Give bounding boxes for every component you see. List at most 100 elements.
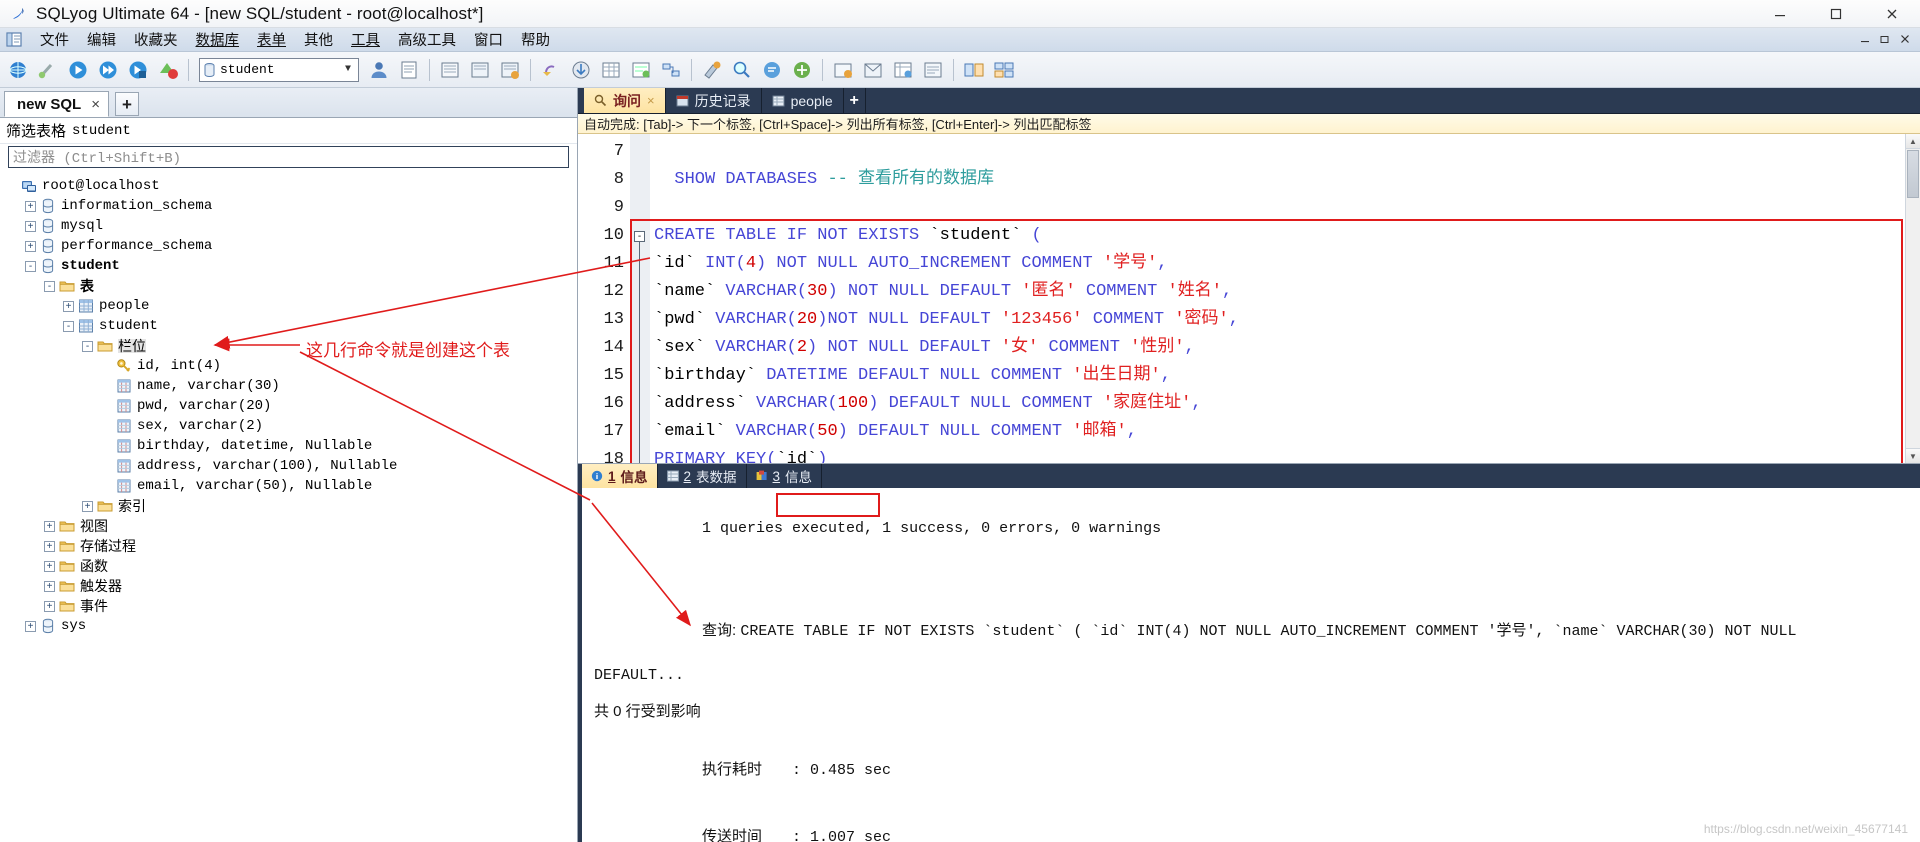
expand-icon[interactable]: +	[25, 620, 36, 632]
schema-designer-icon[interactable]	[657, 56, 685, 84]
tools-icon[interactable]	[919, 56, 947, 84]
object-browser-icon[interactable]	[788, 56, 816, 84]
expand-icon[interactable]: +	[25, 240, 36, 252]
tree-node[interactable]: name, varchar(30)	[0, 376, 577, 396]
results-tab-info-3[interactable]: 3 信息	[747, 464, 823, 488]
sql-formatter-icon[interactable]	[758, 56, 786, 84]
menu-item-advanced-tools[interactable]: 高级工具	[389, 27, 465, 52]
results-tab-info-1[interactable]: 1 信息	[582, 464, 658, 488]
expand-icon[interactable]: +	[44, 600, 55, 612]
export-data-icon[interactable]	[567, 56, 595, 84]
code-line[interactable]	[650, 194, 1920, 222]
add-tab-button[interactable]: +	[114, 92, 139, 116]
editor-vertical-scrollbar[interactable]: ▲ ▼	[1905, 134, 1920, 463]
tab-history[interactable]: 历史记录	[666, 88, 762, 113]
collapse-icon[interactable]: -	[82, 340, 93, 352]
tab-query[interactable]: 询问 ×	[584, 88, 666, 113]
chevron-down-icon[interactable]: ▼	[345, 64, 356, 75]
tree-node[interactable]: + sys	[0, 616, 577, 636]
tree-node[interactable]: sex, varchar(2)	[0, 416, 577, 436]
tree-node[interactable]: + people	[0, 296, 577, 316]
import-data-icon[interactable]	[537, 56, 565, 84]
expand-icon[interactable]: +	[25, 200, 36, 212]
sql-code-area[interactable]: SHOW DATABASES -- 查看所有的数据库 CREATE TABLE I…	[650, 134, 1920, 463]
menu-item-favorites[interactable]: 收藏夹	[125, 27, 187, 52]
close-icon[interactable]: ×	[91, 96, 100, 113]
mdi-minimize-button[interactable]	[1858, 33, 1872, 47]
collapse-icon[interactable]: -	[44, 280, 55, 292]
expand-icon[interactable]: +	[82, 500, 93, 512]
code-line[interactable]: `id` INT(4) NOT NULL AUTO_INCREMENT COMM…	[650, 250, 1920, 278]
code-line[interactable]: SHOW DATABASES -- 查看所有的数据库	[650, 166, 1920, 194]
scroll-down-arrow[interactable]: ▼	[1906, 448, 1920, 463]
fold-toggle-icon[interactable]: -	[634, 230, 645, 242]
tree-node[interactable]: address, varchar(100), Nullable	[0, 456, 577, 476]
execute-all-queries-icon[interactable]	[94, 56, 122, 84]
tree-node[interactable]: + performance_schema	[0, 236, 577, 256]
table-diagnostics-icon[interactable]	[395, 56, 423, 84]
expand-icon[interactable]: +	[44, 520, 55, 532]
tree-node[interactable]: + 索引	[0, 496, 577, 516]
execute-query-new-tab-icon[interactable]	[124, 56, 152, 84]
tree-node[interactable]: -表	[0, 276, 577, 296]
visual-data-compare-icon[interactable]	[960, 56, 988, 84]
tree-node[interactable]: root@localhost	[0, 176, 577, 196]
code-line[interactable]: `email` VARCHAR(50) DEFAULT NULL COMMENT…	[650, 418, 1920, 446]
table-data-icon[interactable]	[889, 56, 917, 84]
database-selector[interactable]: student ▼	[199, 57, 359, 82]
restore-database-icon[interactable]	[496, 56, 524, 84]
menu-item-file[interactable]: 文件	[31, 27, 78, 52]
backup-database-icon[interactable]	[466, 56, 494, 84]
expand-icon[interactable]: +	[63, 300, 74, 312]
user-manager-icon[interactable]	[365, 56, 393, 84]
tree-node[interactable]: + 存储过程	[0, 536, 577, 556]
mdi-close-button[interactable]	[1898, 33, 1912, 47]
menu-item-other[interactable]: 其他	[295, 27, 342, 52]
collapse-icon[interactable]: -	[25, 260, 36, 272]
collapse-icon[interactable]: -	[63, 320, 74, 332]
menu-item-edit[interactable]: 编辑	[78, 27, 125, 52]
code-line[interactable]: `sex` VARCHAR(2) NOT NULL DEFAULT '女' CO…	[650, 334, 1920, 362]
tree-node[interactable]: birthday, datetime, Nullable	[0, 436, 577, 456]
object-tree[interactable]: root@localhost + information_schema + mysql +…	[0, 172, 577, 842]
menu-item-help[interactable]: 帮助	[512, 27, 559, 52]
menu-item-form[interactable]: 表单	[248, 27, 295, 52]
scheduled-backup-icon[interactable]	[829, 56, 857, 84]
code-line[interactable]: CREATE TABLE IF NOT EXISTS `student` (	[650, 222, 1920, 250]
tab-new-sql[interactable]: new SQL ×	[4, 91, 109, 117]
tree-node[interactable]: - student	[0, 256, 577, 276]
code-line[interactable]: PRIMARY KEY(`id`)	[650, 446, 1920, 463]
new-connection-icon[interactable]	[4, 56, 32, 84]
menu-item-tools[interactable]: 工具	[342, 27, 389, 52]
expand-icon[interactable]: +	[25, 220, 36, 232]
sql-scheduler-icon[interactable]	[990, 56, 1018, 84]
close-button[interactable]	[1864, 0, 1920, 28]
tree-node[interactable]: pwd, varchar(20)	[0, 396, 577, 416]
fold-column[interactable]: -	[630, 134, 650, 463]
refresh-objects-icon[interactable]	[34, 56, 62, 84]
tree-node[interactable]: + 视图	[0, 516, 577, 536]
sql-editor[interactable]: 789101112131415161718192021 - SHOW DATAB…	[578, 134, 1920, 464]
scroll-up-arrow[interactable]: ▲	[1906, 134, 1920, 149]
code-line[interactable]: `pwd` VARCHAR(20)NOT NULL DEFAULT '12345…	[650, 306, 1920, 334]
expand-icon[interactable]: +	[44, 580, 55, 592]
execute-query-icon[interactable]	[64, 56, 92, 84]
code-line[interactable]	[650, 138, 1920, 166]
copy-database-icon[interactable]	[436, 56, 464, 84]
expand-icon[interactable]: +	[44, 560, 55, 572]
menu-item-window[interactable]: 窗口	[465, 27, 512, 52]
notification-icon[interactable]	[859, 56, 887, 84]
stop-query-icon[interactable]	[154, 56, 182, 84]
menu-item-database[interactable]: 数据库	[187, 27, 249, 52]
maximize-button[interactable]	[1808, 0, 1864, 28]
find-icon[interactable]	[728, 56, 756, 84]
close-icon[interactable]: ×	[647, 93, 655, 108]
mdi-restore-button[interactable]	[1878, 33, 1892, 47]
tree-node[interactable]: + 事件	[0, 596, 577, 616]
minimize-button[interactable]	[1752, 0, 1808, 28]
tree-node[interactable]: + mysql	[0, 216, 577, 236]
tree-node[interactable]: + 函数	[0, 556, 577, 576]
filter-input[interactable]: 过滤器 (Ctrl+Shift+B)	[8, 146, 569, 168]
expand-icon[interactable]: +	[44, 540, 55, 552]
code-line[interactable]: `address` VARCHAR(100) DEFAULT NULL COMM…	[650, 390, 1920, 418]
